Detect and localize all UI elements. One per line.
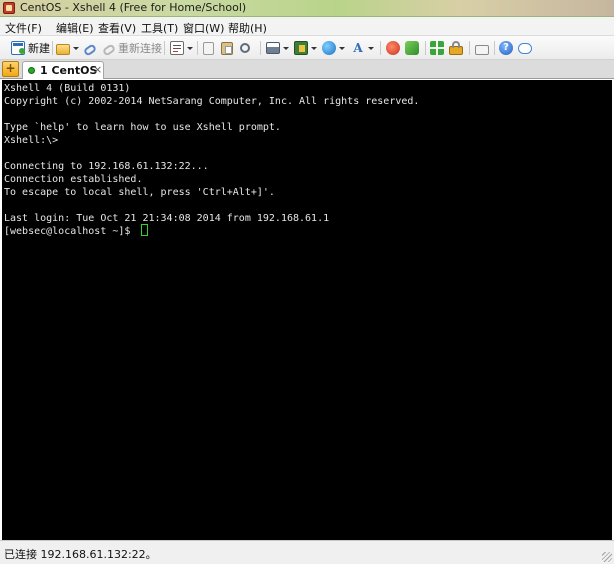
- menu-file[interactable]: 文件(F): [5, 20, 42, 36]
- font-icon: A: [353, 41, 363, 55]
- xshell-app-icon[interactable]: [3, 2, 15, 14]
- keyboard-button[interactable]: [475, 40, 489, 56]
- terminal-area[interactable]: Xshell 4 (Build 0131) Copyright (c) 2002…: [2, 80, 612, 540]
- grid-icon: [430, 41, 444, 55]
- transfer-button[interactable]: [294, 40, 317, 56]
- toolbar: 新建 重新连接 A ?: [0, 36, 614, 60]
- properties-icon: [170, 41, 184, 55]
- toolbar-separator: [52, 41, 53, 55]
- open-button[interactable]: [56, 40, 79, 56]
- paste-icon: [221, 41, 233, 55]
- print-button[interactable]: [266, 40, 289, 56]
- paste-button[interactable]: [221, 40, 233, 56]
- toolbar-separator: [197, 41, 198, 55]
- toolbar-separator: [469, 41, 470, 55]
- terminal-line: Xshell:\>: [4, 135, 59, 146]
- properties-button[interactable]: [170, 40, 193, 56]
- menu-edit[interactable]: 编辑(E): [56, 20, 94, 36]
- tab-label: 1 CentOS: [40, 64, 98, 77]
- chevron-down-icon[interactable]: [368, 46, 374, 50]
- compose-button[interactable]: [405, 40, 419, 56]
- new-session-icon: [11, 41, 25, 55]
- toolbar-separator: [425, 41, 426, 55]
- terminal-line: To escape to local shell, press 'Ctrl+Al…: [4, 187, 275, 198]
- menu-tools[interactable]: 工具(T): [141, 20, 178, 36]
- menu-view[interactable]: 查看(V): [98, 20, 136, 36]
- reconnect-label: 重新连接: [118, 42, 162, 55]
- find-button[interactable]: [240, 40, 250, 56]
- terminal-prompt: [websec@localhost ~]$: [4, 226, 137, 237]
- terminal-line: Last login: Tue Oct 21 21:34:08 2014 fro…: [4, 213, 330, 224]
- close-icon[interactable]: ×: [93, 63, 102, 76]
- folder-icon: [56, 43, 70, 55]
- keyboard-icon: [475, 44, 489, 55]
- toolbar-separator: [380, 41, 381, 55]
- xftp-button[interactable]: [386, 40, 400, 56]
- tab-centos[interactable]: 1 CentOS ×: [22, 61, 104, 79]
- terminal-line: Type `help' to learn how to use Xshell p…: [4, 122, 281, 133]
- lock-button[interactable]: [449, 40, 463, 56]
- check-icon: [405, 41, 419, 55]
- session-tab-bar: + 1 CentOS ×: [0, 60, 614, 79]
- terminal-cursor: [141, 224, 148, 236]
- chevron-down-icon[interactable]: [187, 46, 193, 50]
- menu-bar: 文件(F) 编辑(E) 查看(V) 工具(T) 窗口(W) 帮助(H): [0, 17, 614, 36]
- chevron-down-icon[interactable]: [73, 46, 79, 50]
- help-button[interactable]: ?: [499, 40, 513, 56]
- menu-help[interactable]: 帮助(H): [228, 20, 267, 36]
- window-title: CentOS - Xshell 4 (Free for Home/School): [20, 1, 247, 14]
- terminal-line: Connecting to 192.168.61.132:22...: [4, 161, 209, 172]
- copy-icon: [203, 41, 214, 55]
- chevron-down-icon[interactable]: [283, 46, 289, 50]
- reconnect-icon: [101, 42, 117, 57]
- add-session-button[interactable]: +: [2, 61, 19, 77]
- resize-grip-icon[interactable]: [602, 552, 612, 562]
- terminal-line: Copyright (c) 2002-2014 NetSarang Comput…: [4, 96, 420, 107]
- globe-icon: [322, 41, 336, 55]
- terminal-line: Xshell 4 (Build 0131): [4, 83, 131, 94]
- lock-icon: [449, 41, 463, 55]
- menu-window[interactable]: 窗口(W): [183, 20, 224, 36]
- search-icon: [240, 43, 250, 53]
- terminal-line: Connection established.: [4, 174, 143, 185]
- copy-button[interactable]: [203, 40, 214, 56]
- title-bar[interactable]: CentOS - Xshell 4 (Free for Home/School): [0, 0, 614, 17]
- new-session-label: 新建: [28, 42, 50, 55]
- speech-bubble-icon: [518, 42, 532, 54]
- new-session-button[interactable]: 新建: [11, 40, 50, 56]
- chevron-down-icon[interactable]: [339, 46, 345, 50]
- script-button[interactable]: [322, 40, 345, 56]
- chat-button[interactable]: [518, 40, 532, 56]
- xftp-icon: [386, 41, 400, 55]
- toolbar-separator: [164, 41, 165, 55]
- transfer-icon: [294, 41, 308, 55]
- help-icon: ?: [499, 41, 513, 55]
- status-bar: 已连接 192.168.61.132:22。: [0, 540, 614, 564]
- connected-status-icon: [28, 67, 35, 74]
- font-button[interactable]: A: [351, 40, 374, 56]
- chevron-down-icon[interactable]: [311, 46, 317, 50]
- printer-icon: [266, 42, 280, 54]
- connect-button[interactable]: [82, 40, 98, 57]
- toolbar-separator: [260, 41, 261, 55]
- toolbar-separator: [494, 41, 495, 55]
- reconnect-button[interactable]: 重新连接: [101, 40, 162, 57]
- connection-status: 已连接 192.168.61.132:22。: [4, 548, 157, 561]
- link-icon: [82, 42, 98, 57]
- layout-button[interactable]: [430, 40, 444, 56]
